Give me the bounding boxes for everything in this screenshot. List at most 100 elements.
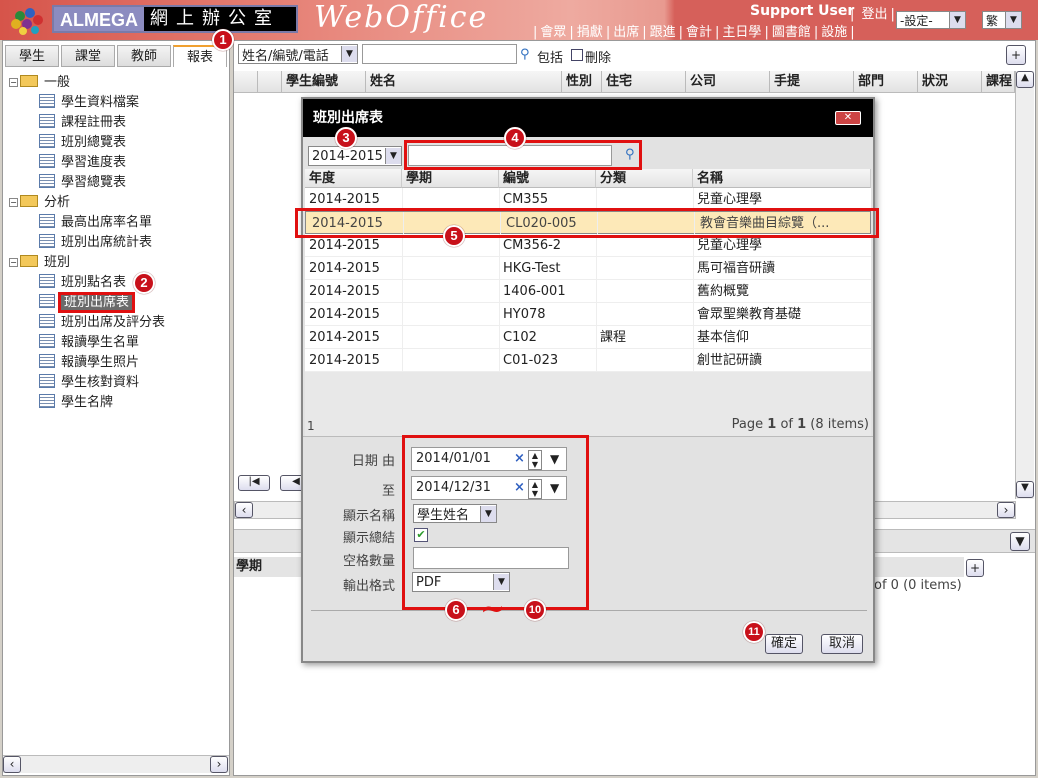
tree-item[interactable]: 班別出席統計表 <box>39 233 152 253</box>
lower-add-button[interactable]: + <box>966 559 984 577</box>
logout-link[interactable]: 登出 <box>859 7 891 22</box>
divider <box>311 610 867 611</box>
tree-item[interactable]: 學生名牌 <box>39 393 113 413</box>
settings-select[interactable]: -設定- ▼ <box>896 11 966 29</box>
cell-divider <box>693 326 694 348</box>
tree-item[interactable]: 最高出席率名單 <box>39 213 152 233</box>
grid-row[interactable]: 2014-2015 C01-023 創世記研讀 <box>305 349 871 372</box>
tree-item[interactable]: 課程註冊表 <box>39 113 126 133</box>
tree-item[interactable]: 學習進度表 <box>39 153 126 173</box>
nav-6[interactable]: 圖書館 <box>769 25 814 40</box>
grid-row[interactable]: 2014-2015 C102 課程 基本信仰 <box>305 326 871 349</box>
nav-4[interactable]: 會計 <box>683 25 715 40</box>
ok-button[interactable]: 確定 <box>765 634 803 654</box>
scroll-up-icon[interactable]: ▲ <box>1016 71 1034 88</box>
tree-item-label: 班別出席表 <box>57 292 136 313</box>
search-input[interactable] <box>362 44 517 64</box>
tab-classes[interactable]: 課堂 <box>61 45 115 67</box>
tree-item[interactable]: 學生核對資料 <box>39 373 139 393</box>
col-status[interactable]: 狀況 <box>918 71 982 93</box>
cell-divider <box>402 280 403 302</box>
year-select[interactable]: 2014-2015 ▼ <box>308 146 402 166</box>
cell-divider <box>596 326 597 348</box>
grid-row[interactable]: 2014-2015 1406-001 舊約概覽 <box>305 280 871 303</box>
scroll-right-icon[interactable]: › <box>997 502 1015 518</box>
tree-item[interactable]: 報讀學生名單 <box>39 333 139 353</box>
grid-cell: 1406-001 <box>503 284 566 299</box>
nav-5[interactable]: 主日學 <box>719 25 764 40</box>
scroll-left-icon[interactable]: ‹ <box>3 756 21 773</box>
tree-item[interactable]: 學習總覽表 <box>39 173 126 193</box>
scroll-down-icon[interactable]: ▼ <box>1016 481 1034 498</box>
marker-5: 5 <box>443 225 465 247</box>
col-student-id[interactable]: 學生編號 <box>282 71 366 93</box>
col-dept[interactable]: 部門 <box>854 71 918 93</box>
tree-item[interactable]: 班別總覽表 <box>39 133 126 153</box>
report-icon <box>39 314 55 328</box>
col-gender[interactable]: 性別 <box>562 71 602 93</box>
tree-item[interactable]: 報讀學生照片 <box>39 353 139 373</box>
include-label: 包括 <box>537 51 564 66</box>
col-year[interactable]: 年度 <box>305 169 402 188</box>
vertical-scrollbar[interactable]: ▲ ▼ <box>1015 71 1034 499</box>
horizontal-scrollbar[interactable]: ‹ › <box>3 755 229 773</box>
cell-divider <box>499 188 500 210</box>
col-code[interactable]: 編號 <box>499 169 596 188</box>
tree-group[interactable]: − 分析 <box>9 193 70 213</box>
marker-3: 3 <box>335 127 357 149</box>
grid-row[interactable]: 2014-2015 HY078 會眾聖樂教育基礎 <box>305 303 871 326</box>
close-icon[interactable]: ✕ <box>835 111 861 125</box>
tab-teachers[interactable]: 教師 <box>117 45 171 67</box>
tree-item-label: 課程註冊表 <box>61 115 127 130</box>
nav-2[interactable]: 出席 <box>610 25 642 40</box>
search-icon[interactable]: ⚲ <box>520 47 530 62</box>
add-button[interactable]: + <box>1006 45 1026 65</box>
grid-cell: 2014-2015 <box>309 284 380 299</box>
grid-cell: HY078 <box>503 307 546 322</box>
col-check[interactable] <box>258 71 282 93</box>
grid-cell: 課程 <box>600 330 627 345</box>
collapse-icon[interactable]: − <box>9 198 18 207</box>
tree-item-label: 報讀學生名單 <box>61 335 140 350</box>
cancel-button[interactable]: 取消 <box>821 634 863 654</box>
user-name[interactable]: Support User <box>750 3 854 19</box>
report-icon <box>39 374 55 388</box>
language-select[interactable]: 繁 ▼ <box>982 11 1022 29</box>
collapse-icon[interactable]: − <box>9 78 18 87</box>
grid-row[interactable]: 2014-2015 HKG-Test 馬可福音研讀 <box>305 257 871 280</box>
nav-3[interactable]: 跟進 <box>647 25 679 40</box>
col-category[interactable]: 分類 <box>596 169 693 188</box>
tree-item-label: 學生核對資料 <box>61 375 140 390</box>
col-course-name[interactable]: 名稱 <box>693 169 871 188</box>
tree-item[interactable]: 班別出席及評分表 <box>39 313 165 333</box>
collapse-icon[interactable]: − <box>9 258 18 267</box>
report-icon <box>39 234 55 248</box>
first-page-button[interactable]: |◀ <box>238 475 270 491</box>
tree-group[interactable]: − 一般 <box>9 73 70 93</box>
tree-item[interactable]: 學生資料檔案 <box>39 93 139 113</box>
tree-group[interactable]: − 班別 <box>9 253 70 273</box>
col-mobile[interactable]: 手提 <box>770 71 854 93</box>
nav-1[interactable]: 捐獻 <box>574 25 606 40</box>
scroll-left-icon[interactable]: ‹ <box>235 502 253 518</box>
marker-4: 4 <box>504 127 526 149</box>
marker-6: 6 <box>445 599 467 621</box>
expand-icon[interactable]: ▼ <box>1010 532 1030 551</box>
col-company[interactable]: 公司 <box>686 71 770 93</box>
deleted-checkbox[interactable] <box>571 49 583 61</box>
nav-7[interactable]: 設施 <box>818 25 850 40</box>
col-home[interactable]: 住宅 <box>602 71 686 93</box>
tab-students[interactable]: 學生 <box>5 45 59 67</box>
brand-logo: ALMEGA 網上辦公室 <box>52 5 298 33</box>
tree-item[interactable]: 班別點名表 <box>39 273 126 293</box>
col-course[interactable]: 課程 <box>982 71 1015 93</box>
nav-0[interactable]: 會眾 <box>537 25 569 40</box>
col-name[interactable]: 姓名 <box>366 71 562 93</box>
search-field-select[interactable]: 姓名/編號/電話 ▼ <box>238 44 358 64</box>
report-icon <box>39 94 55 108</box>
tree-item[interactable]: 班別出席表 <box>39 292 136 313</box>
cell-divider <box>499 257 500 279</box>
col-term[interactable]: 學期 <box>402 169 499 188</box>
scroll-right-icon[interactable]: › <box>210 756 228 773</box>
cell-divider <box>402 188 403 210</box>
